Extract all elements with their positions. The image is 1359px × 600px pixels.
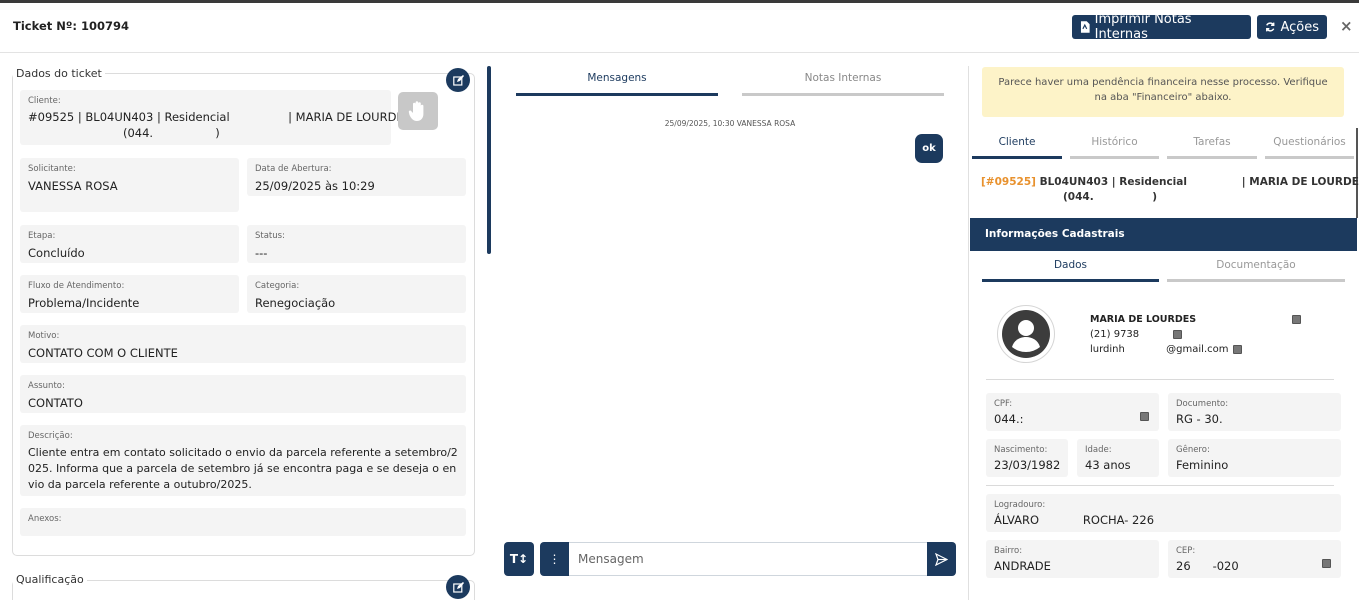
subtab-dados[interactable]: Dados <box>982 259 1159 271</box>
copy-icon[interactable] <box>1322 559 1331 568</box>
client-phone: (21) 9738 <box>1090 329 1183 340</box>
qualification-title: Qualificação <box>13 573 87 586</box>
tab-historico-underline <box>1070 156 1159 159</box>
copy-icon[interactable] <box>1232 345 1242 354</box>
panel-scrollbar[interactable] <box>1356 128 1358 218</box>
client-summary: [#09525] BL04UN403 | Residencial | MARIA… <box>981 175 1359 205</box>
subtab-documentacao[interactable]: Documentação <box>1167 259 1345 271</box>
message-meta: 25/09/2025, 10:30 VANESSA ROSA <box>664 119 796 128</box>
field-cep: CEP: 26 -020 <box>1168 540 1341 578</box>
edit-ticket-button[interactable] <box>446 68 470 92</box>
field-genero: Gênero: Feminino <box>1168 439 1341 477</box>
divider <box>986 379 1334 380</box>
refresh-icon <box>1266 22 1275 32</box>
copy-icon[interactable] <box>1173 330 1183 339</box>
field-status: Status: --- <box>247 225 466 263</box>
field-motivo: Motivo: CONTATO COM O CLIENTE <box>20 325 466 363</box>
field-solicitante: Solicitante: VANESSA ROSA <box>20 158 239 212</box>
client-line2: (044. ) <box>1063 191 1157 203</box>
print-label: Imprimir Notas Internas <box>1094 12 1192 42</box>
tab-mensagens-underline <box>516 93 718 96</box>
pdf-icon <box>1080 21 1090 33</box>
client-code: [#09525] <box>981 176 1036 188</box>
edit-icon <box>452 581 464 593</box>
actions-button[interactable]: Ações <box>1257 15 1327 39</box>
subtab-dados-underline <box>982 279 1159 282</box>
subtab-documentacao-underline <box>1167 279 1345 282</box>
registration-info-header: Informações Cadastrais <box>970 218 1357 251</box>
messages-scrollbar[interactable] <box>487 66 491 254</box>
tab-cliente-underline <box>972 156 1062 159</box>
actions-label: Ações <box>1280 19 1319 35</box>
ticket-title: Ticket Nº: 100794 <box>13 19 129 33</box>
edit-qualification-button[interactable] <box>446 575 470 599</box>
tab-tarefas-underline <box>1167 156 1257 159</box>
field-etapa: Etapa: Concluído <box>20 225 239 263</box>
field-fluxo: Fluxo de Atendimento: Problema/Incidente <box>20 275 239 313</box>
send-icon <box>935 552 948 566</box>
field-nascimento: Nascimento: 23/03/1982 <box>986 439 1068 477</box>
avatar <box>997 305 1055 363</box>
close-icon[interactable]: × <box>1340 17 1353 35</box>
user-icon <box>1002 310 1050 358</box>
text-format-button[interactable]: T↕ <box>504 542 534 576</box>
field-assunto: Assunto: CONTATO <box>20 375 466 413</box>
ticket-section-title: Dados do ticket <box>13 67 105 80</box>
field-documento: Documento: RG - 30. <box>1168 393 1341 431</box>
tab-notas-underline <box>742 93 944 96</box>
field-data-abertura: Data de Abertura: 25/09/2025 às 10:29 <box>247 158 466 196</box>
hand-icon <box>408 101 424 121</box>
field-bairro: Bairro: ANDRADE <box>986 540 1159 578</box>
more-options-button[interactable]: ⋮ <box>540 542 569 576</box>
right-separator <box>968 66 969 600</box>
tab-cliente[interactable]: Cliente <box>972 136 1062 148</box>
divider <box>986 485 1334 486</box>
send-button[interactable] <box>927 542 956 576</box>
edit-icon <box>452 74 464 86</box>
field-idade: Idade: 43 anos <box>1077 439 1159 477</box>
cliente-line2: (044. ) <box>123 126 220 140</box>
tab-historico[interactable]: Histórico <box>1070 136 1159 148</box>
tab-questionarios-underline <box>1265 156 1354 159</box>
tab-mensagens[interactable]: Mensagens <box>516 72 718 84</box>
field-anexos: Anexos: <box>20 508 466 536</box>
message-input[interactable] <box>569 542 927 576</box>
client-email: lurdinh @gmail.com <box>1090 344 1242 355</box>
client-name: MARIA DE LOURDES <box>1090 314 1302 325</box>
field-cpf: CPF: 044.: <box>986 393 1159 431</box>
client-line1: BL04UN403 | Residencial | MARIA DE LOURD… <box>1035 176 1359 188</box>
claim-ticket-button[interactable] <box>398 92 438 130</box>
message-bubble: ok <box>915 134 943 163</box>
cliente-line1: #09525 | BL04UN403 | Residencial | MARIA… <box>28 110 404 124</box>
copy-icon[interactable] <box>1140 412 1149 421</box>
tab-questionarios[interactable]: Questionários <box>1265 136 1354 148</box>
modal-header: Ticket Nº: 100794 Imprimir Notas Interna… <box>0 3 1359 53</box>
financial-alert: Parece haver uma pendência financeira ne… <box>982 67 1344 117</box>
print-internal-notes-button[interactable]: Imprimir Notas Internas <box>1072 12 1251 42</box>
field-logradouro: Logradouro: ÁLVARO ROCHA- 226 <box>986 494 1341 532</box>
tab-tarefas[interactable]: Tarefas <box>1167 136 1257 148</box>
field-categoria: Categoria: Renegociação <box>247 275 466 313</box>
copy-icon[interactable] <box>1292 315 1302 324</box>
field-cliente: Cliente: #09525 | BL04UN403 | Residencia… <box>20 90 404 145</box>
field-descricao: Descrição: Cliente entra em contato soli… <box>20 425 466 496</box>
tab-notas-internas[interactable]: Notas Internas <box>742 72 944 84</box>
